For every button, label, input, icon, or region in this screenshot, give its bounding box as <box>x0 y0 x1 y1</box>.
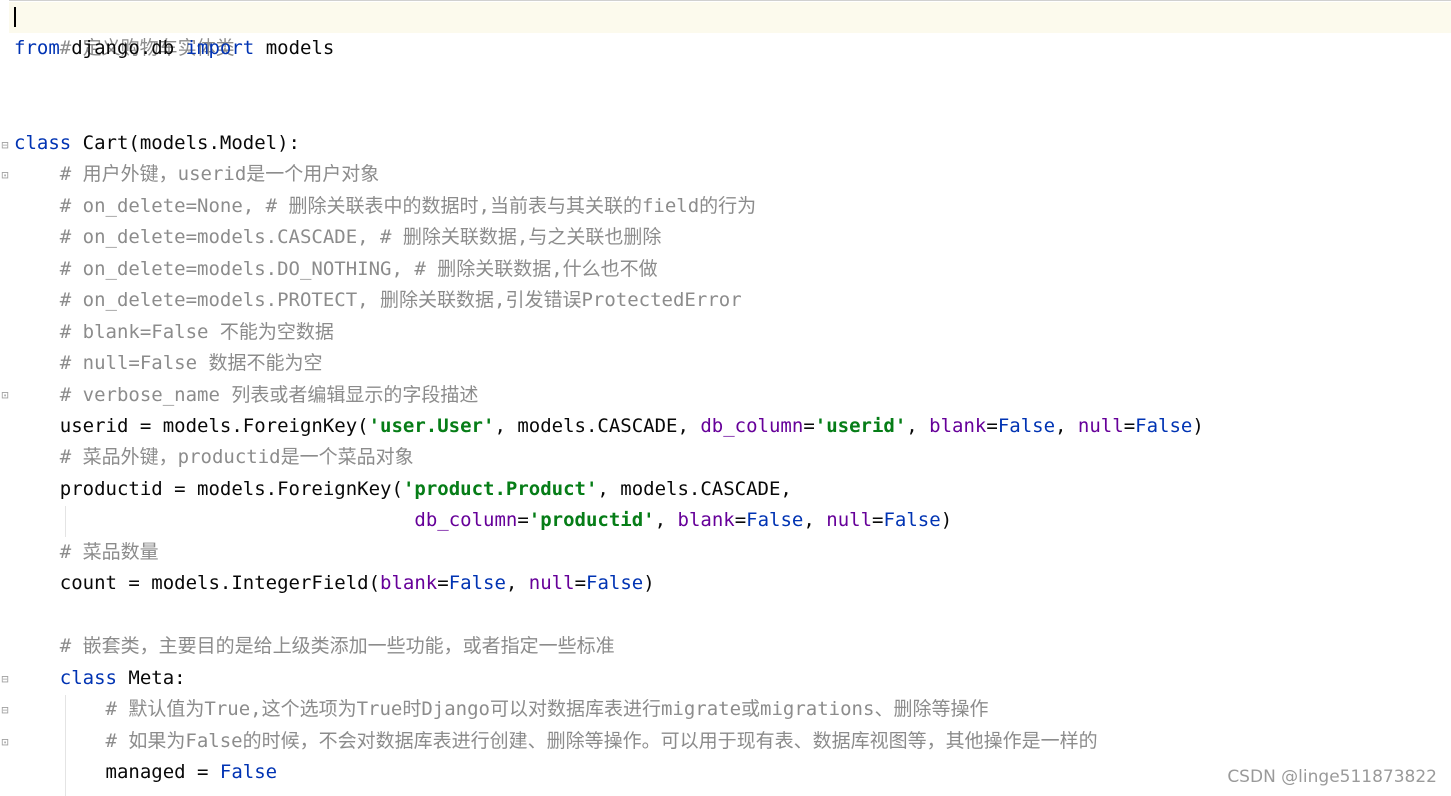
code-text: models <box>254 37 335 59</box>
param-name: blank <box>380 572 438 594</box>
code-text: productid = models.ForeignKey( <box>14 478 403 500</box>
code-line-13: # verbose_name 列表或者编辑显示的字段描述 <box>14 380 479 411</box>
code-text: managed = <box>14 761 220 783</box>
param-name: null <box>528 572 575 594</box>
code-line-10: # on_delete=models.PROTECT, 删除关联数据,引发错误P… <box>14 285 742 316</box>
param-name: null <box>1077 415 1124 437</box>
comment: # null=False 数据不能为空 <box>14 352 323 374</box>
comment: # on_delete=models.PROTECT, 删除关联数据,引发错误P… <box>14 289 742 311</box>
code-text: , <box>654 509 678 531</box>
fold-marker-icon[interactable]: ⊡ <box>0 735 10 749</box>
string-literal: 'user.User' <box>368 415 495 437</box>
code-text: ) <box>940 509 953 531</box>
fold-marker-icon[interactable]: ⊡ <box>0 388 10 402</box>
code-line-8: # on_delete=models.CASCADE, # 删除关联数据,与之关… <box>14 222 662 253</box>
code-text: count = models.IntegerField( <box>14 572 381 594</box>
comment: # 用户外键，userid是一个用户对象 <box>14 163 380 185</box>
code-text: , <box>803 509 827 531</box>
keyword: import <box>185 37 255 59</box>
comment: # blank=False 不能为空数据 <box>14 321 334 343</box>
code-line-5: class Cart(models.Model): <box>14 128 300 159</box>
string-literal: 'productid' <box>528 509 655 531</box>
comment: # on_delete=models.CASCADE, # 删除关联数据,与之关… <box>14 226 662 248</box>
fold-marker-icon[interactable]: ⊟ <box>0 138 10 152</box>
comment: # 菜品数量 <box>14 541 159 563</box>
code-line-22: class Meta: <box>14 663 186 694</box>
comment: # 默认值为True,这个选项为True时Django可以对数据库表进行migr… <box>14 698 989 720</box>
keyword: from <box>14 37 60 59</box>
param-name: db_column <box>700 415 804 437</box>
comment: # 嵌套类，主要目的是给上级类添加一些功能，或者指定一些标准 <box>14 635 615 657</box>
code-line-2: from django.db import models <box>14 33 334 64</box>
code-line-1: # 定义购物车实体类 <box>14 2 235 59</box>
fold-marker-icon[interactable]: ⊡ <box>0 168 10 182</box>
code-text: , <box>906 415 930 437</box>
code-line-21: # 嵌套类，主要目的是给上级类添加一些功能，或者指定一些标准 <box>14 631 615 662</box>
string-literal: 'product.Product' <box>402 478 598 500</box>
code-line-23: # 默认值为True,这个选项为True时Django可以对数据库表进行migr… <box>14 694 989 725</box>
code-line-18: # 菜品数量 <box>14 537 159 568</box>
code-text: = <box>734 509 747 531</box>
comment: # on_delete=None, # 删除关联表中的数据时,当前表与其关联的f… <box>14 195 757 217</box>
code-editor[interactable]: # 定义购物车实体类 from django.db import models … <box>14 2 1451 796</box>
keyword: False <box>448 572 506 594</box>
comment: # 菜品外键，productid是一个菜品对象 <box>14 446 414 468</box>
keyword: False <box>883 509 941 531</box>
code-line-9: # on_delete=models.DO_NOTHING, # 删除关联数据,… <box>14 254 658 285</box>
param-name: blank <box>929 415 987 437</box>
keyword: class <box>14 132 72 154</box>
code-text: , <box>1055 415 1078 437</box>
code-text: = <box>574 572 587 594</box>
code-text: Cart(models.Model): <box>71 132 300 154</box>
code-line-14: userid = models.ForeignKey('user.User', … <box>14 411 1204 442</box>
code-text: ) <box>643 572 655 594</box>
code-text: , models.CASCADE, <box>597 478 792 500</box>
code-text: Meta: <box>116 667 186 689</box>
top-border <box>0 0 1451 1</box>
param-name: db_column <box>414 509 518 531</box>
keyword: False <box>219 761 278 783</box>
param-name: blank <box>677 509 735 531</box>
comment: # verbose_name 列表或者编辑显示的字段描述 <box>14 384 479 406</box>
keyword: False <box>746 509 804 531</box>
code-text: = <box>803 415 815 437</box>
code-line-19: count = models.IntegerField(blank=False,… <box>14 568 655 599</box>
code-line-16: productid = models.ForeignKey('product.P… <box>14 474 792 505</box>
code-text: = <box>517 509 529 531</box>
comment: # on_delete=models.DO_NOTHING, # 删除关联数据,… <box>14 258 658 280</box>
watermark: CSDN @linge511873822 <box>1227 767 1437 787</box>
code-text: = <box>437 572 449 594</box>
fold-marker-icon[interactable]: ⊟ <box>0 703 10 717</box>
keyword: False <box>586 572 644 594</box>
keyword: False <box>997 415 1056 437</box>
code-line-25: managed = False <box>14 757 278 788</box>
code-text: = <box>872 509 884 531</box>
param-name: null <box>826 509 873 531</box>
keyword: False <box>1135 415 1193 437</box>
code-line-17: db_column='productid', blank=False, null… <box>14 505 952 536</box>
code-line-12: # null=False 数据不能为空 <box>14 348 323 379</box>
keyword: class <box>59 667 117 689</box>
text-caret <box>14 7 16 27</box>
fold-marker-icon[interactable]: ⊟ <box>0 672 10 686</box>
code-line-24: # 如果为False的时候，不会对数据库表进行创建、删除等操作。可以用于现有表、… <box>14 726 1098 757</box>
code-text: = <box>1123 415 1136 437</box>
code-line-11: # blank=False 不能为空数据 <box>14 317 334 348</box>
code-text: userid = models.ForeignKey( <box>14 415 369 437</box>
comment: # 如果为False的时候，不会对数据库表进行创建、删除等操作。可以用于现有表、… <box>14 730 1098 752</box>
code-text: django.db <box>59 37 186 59</box>
code-text: , <box>505 572 529 594</box>
code-line-6: # 用户外键，userid是一个用户对象 <box>14 159 380 190</box>
string-literal: 'userid' <box>814 415 907 437</box>
code-text: , models.CASCADE, <box>494 415 701 437</box>
code-line-7: # on_delete=None, # 删除关联表中的数据时,当前表与其关联的f… <box>14 191 756 222</box>
code-text: = <box>986 415 998 437</box>
code-text: ) <box>1192 415 1204 437</box>
code-line-15: # 菜品外键，productid是一个菜品对象 <box>14 442 414 473</box>
